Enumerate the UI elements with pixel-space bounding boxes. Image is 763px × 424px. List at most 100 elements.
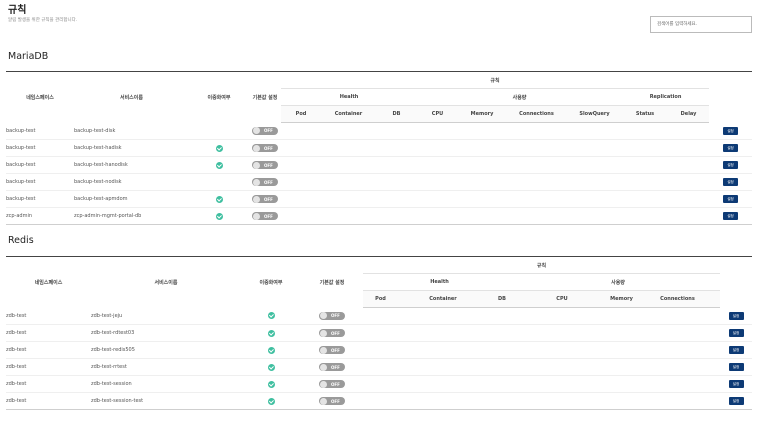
cell-active: [189, 207, 249, 225]
cell-rule: [506, 156, 567, 174]
cell-rule: [567, 139, 622, 157]
cell-rule: [376, 139, 417, 157]
cell-default-setting: OFF: [301, 375, 363, 393]
cell-rule: [398, 392, 488, 410]
column-default-setting: 기본값 설정: [249, 71, 281, 123]
default-setting-toggle[interactable]: OFF: [319, 397, 345, 405]
cell-default-setting: OFF: [301, 392, 363, 410]
settings-button[interactable]: 설정: [728, 380, 744, 388]
default-setting-toggle[interactable]: OFF: [252, 126, 278, 135]
cell-active: [189, 173, 249, 191]
cell-rule: [281, 173, 321, 191]
settings-button[interactable]: 설정: [728, 363, 744, 371]
column-group-health: Health: [281, 88, 417, 106]
page-description: 알림 발생을 위한 규칙을 관리합니다.: [8, 18, 78, 23]
default-setting-toggle[interactable]: OFF: [252, 161, 278, 169]
table-row: backup-test backup-test-apmdom OFF 설정: [6, 190, 753, 208]
toggle-state-label: OFF: [331, 398, 340, 404]
cell-rule: [516, 358, 608, 376]
default-setting-toggle[interactable]: OFF: [319, 346, 345, 354]
cell-rule: [516, 392, 608, 410]
settings-button[interactable]: 설정: [728, 329, 744, 337]
cell-active: [241, 324, 301, 342]
search-input[interactable]: [650, 16, 752, 33]
settings-button[interactable]: 설정: [723, 195, 739, 203]
cell-rule: [281, 207, 321, 225]
toggle-knob: [319, 346, 327, 354]
check-circle-icon: [215, 195, 223, 203]
column-group-usage: 사용량: [417, 88, 622, 106]
column-group-rules: 규칙: [363, 256, 721, 274]
cell-rule: [398, 341, 488, 359]
cell-rule: [622, 190, 668, 208]
cell-active: [189, 122, 249, 140]
cell-service-name: backup-test-disk: [74, 122, 189, 140]
cell-rule: [376, 122, 417, 140]
default-setting-toggle[interactable]: OFF: [319, 363, 345, 371]
column-db: DB: [376, 105, 417, 123]
cell-service-name: zdb-test-rrtest: [91, 358, 241, 376]
cell-rule: [668, 139, 710, 157]
default-setting-toggle[interactable]: OFF: [252, 178, 278, 186]
column-default-setting: 기본값 설정: [301, 256, 363, 308]
settings-button[interactable]: 설정: [728, 397, 744, 405]
cell-rule: [567, 122, 622, 140]
toggle-state-label: OFF: [264, 213, 273, 219]
toggle-knob: [252, 178, 260, 186]
cell-rule: [488, 324, 516, 342]
cell-namespace: backup-test: [6, 139, 74, 157]
settings-button[interactable]: 설정: [723, 212, 739, 220]
cell-default-setting: OFF: [301, 358, 363, 376]
column-connections: Connections: [635, 290, 721, 308]
cell-rule: [635, 307, 721, 325]
cell-default-setting: OFF: [301, 324, 363, 342]
settings-button[interactable]: 설정: [728, 311, 744, 320]
cell-rule: [363, 307, 398, 325]
cell-rule: [376, 173, 417, 191]
cell-rule: [622, 139, 668, 157]
mariadb-rules-table: 네임스페이스 서비스이름 이중화여부 기본값 설정 규칙 Health 사용량 …: [6, 71, 753, 225]
toggle-knob: [319, 397, 327, 405]
cell-namespace: backup-test: [6, 156, 74, 174]
cell-service-name: zdb-test-session-test: [91, 392, 241, 410]
cell-rule: [608, 307, 635, 325]
toggle-knob: [252, 161, 260, 169]
cell-rule: [398, 375, 488, 393]
cell-rule: [506, 190, 567, 208]
cell-rule: [608, 341, 635, 359]
column-active: 이중화여부: [241, 256, 301, 308]
cell-rule: [622, 173, 668, 191]
settings-button[interactable]: 설정: [723, 126, 739, 135]
default-setting-toggle[interactable]: OFF: [252, 144, 278, 152]
cell-rule: [567, 156, 622, 174]
cell-service-name: backup-test-nodisk: [74, 173, 189, 191]
cell-rule: [458, 122, 506, 140]
cell-namespace: backup-test: [6, 173, 74, 191]
cell-rule: [281, 139, 321, 157]
settings-button[interactable]: 설정: [723, 144, 739, 152]
cell-rule: [417, 190, 458, 208]
column-status: Status: [622, 105, 668, 123]
check-circle-icon: [215, 144, 223, 152]
cell-rule: [398, 307, 488, 325]
cell-rule: [458, 139, 506, 157]
toggle-state-label: OFF: [331, 313, 340, 319]
cell-rule: [376, 207, 417, 225]
default-setting-toggle[interactable]: OFF: [252, 212, 278, 220]
column-memory: Memory: [608, 290, 635, 308]
column-pod: Pod: [281, 105, 321, 123]
table-row: backup-test backup-test-nodisk OFF 설정: [6, 173, 753, 191]
default-setting-toggle[interactable]: OFF: [319, 329, 345, 337]
settings-button[interactable]: 설정: [728, 346, 744, 354]
cell-rule: [506, 173, 567, 191]
default-setting-toggle[interactable]: OFF: [319, 311, 345, 320]
settings-button[interactable]: 설정: [723, 161, 739, 169]
check-circle-icon: [215, 212, 223, 220]
cell-active: [241, 307, 301, 325]
cell-rule: [321, 207, 376, 225]
cell-service-name: backup-test-hanodisk: [74, 156, 189, 174]
cell-active: [241, 341, 301, 359]
default-setting-toggle[interactable]: OFF: [252, 195, 278, 203]
default-setting-toggle[interactable]: OFF: [319, 380, 345, 388]
settings-button[interactable]: 설정: [723, 178, 739, 186]
